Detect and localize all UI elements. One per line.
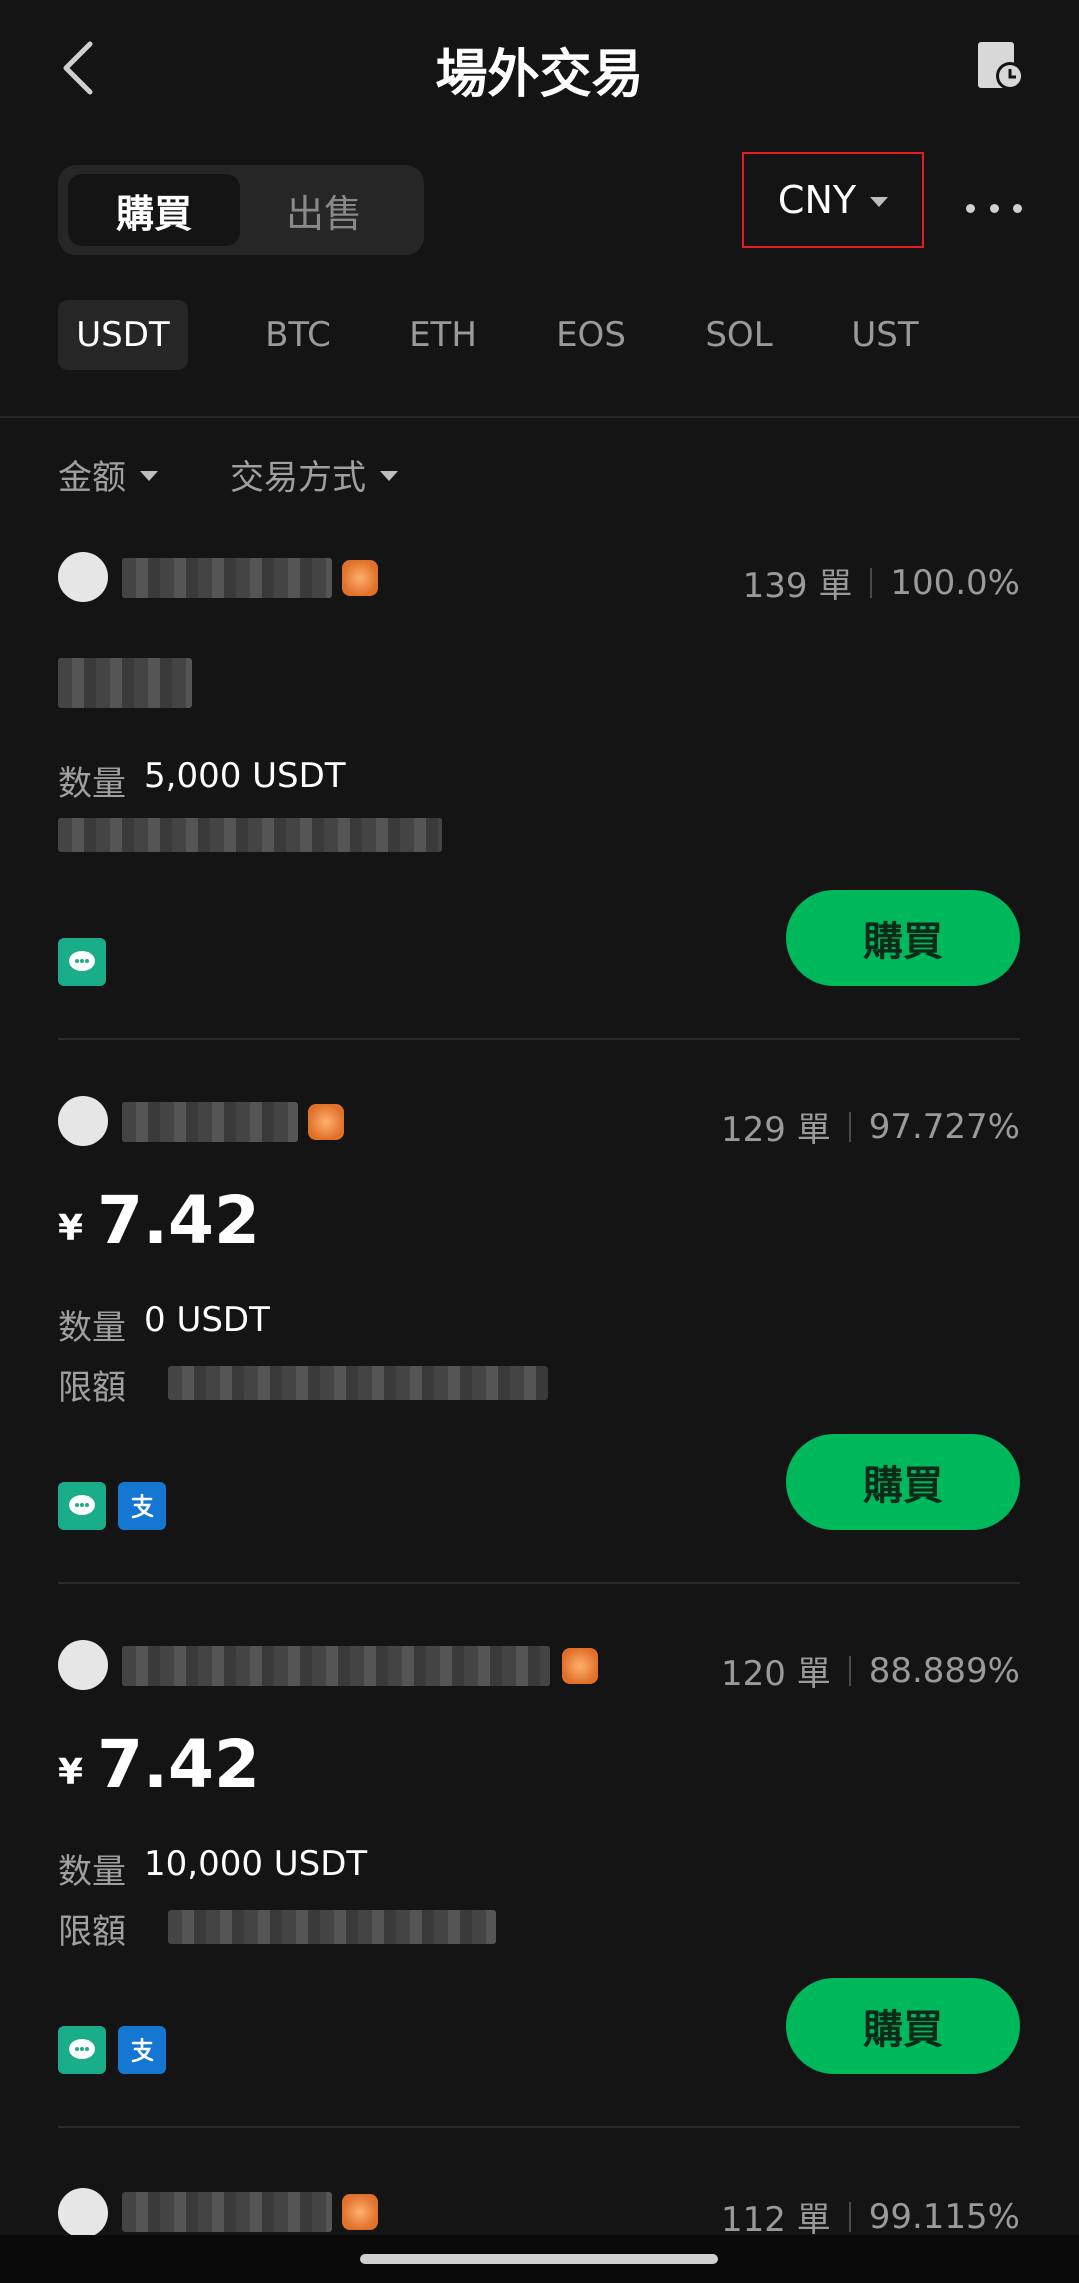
order-count: 120 單 [721, 1654, 831, 1694]
merchant-badge-icon [308, 1104, 344, 1140]
limit-redacted [58, 818, 442, 852]
completion-rate: 88.889% [868, 1650, 1020, 1691]
merchant-stats: 139 單 100.0% [743, 558, 1020, 607]
price-value: 7.42 [97, 1182, 260, 1259]
merchant-stats: 112 單 99.115% [721, 2192, 1020, 2241]
payment-filter[interactable]: 交易方式 [230, 448, 398, 500]
avatar[interactable] [58, 1096, 108, 1146]
wechat-pay-icon [58, 2026, 106, 2074]
limit-row: 限額 [58, 1904, 126, 1953]
caret-down-icon [870, 197, 889, 207]
order-history-button[interactable] [976, 40, 1026, 92]
ad-card: 139 單 100.0% 数量 5,000 USDT 購買 [58, 546, 1020, 1040]
price-symbol: ¥ [58, 1752, 84, 1793]
tab-buy[interactable]: 購買 [68, 174, 240, 246]
quantity-row: 数量 10,000 USDT [58, 1844, 367, 1893]
coin-tab-eos[interactable]: EOS [536, 300, 646, 370]
avatar[interactable] [58, 552, 108, 602]
price-value: 7.42 [97, 1726, 260, 1803]
quantity-value: 0 USDT [144, 1300, 270, 1340]
currency-label: CNY [777, 178, 857, 222]
more-button[interactable] [966, 188, 1022, 228]
payment-filter-label: 交易方式 [230, 457, 366, 498]
ad-card: 120 單 88.889% ¥ 7.42 数量 10,000 USDT 限額 購… [58, 1634, 1020, 2128]
avatar[interactable] [58, 2188, 108, 2238]
order-count: 129 單 [721, 1110, 831, 1150]
page-title: 場外交易 [435, 45, 644, 105]
quantity-value: 5,000 USDT [144, 756, 346, 796]
buy-sell-toggle: 購買 出售 [58, 165, 424, 255]
quantity-label: 数量 [58, 1308, 126, 1348]
merchant-badge-icon [342, 2194, 378, 2230]
caret-down-icon [380, 471, 398, 481]
header: 場外交易 [0, 0, 1079, 140]
more-dots-icon [966, 203, 975, 213]
wechat-pay-icon [58, 938, 106, 986]
tab-sell[interactable]: 出售 [238, 174, 410, 246]
quantity-label: 数量 [58, 1852, 126, 1892]
alipay-icon [118, 1482, 166, 1530]
quantity-row: 数量 0 USDT [58, 1300, 270, 1349]
caret-down-icon [140, 471, 158, 481]
price: ¥ 7.42 [58, 1726, 260, 1803]
coin-tab-usdt[interactable]: USDT [58, 300, 188, 370]
merchant-badge-icon [562, 1648, 598, 1684]
filter-bar: 金额 交易方式 [58, 448, 398, 500]
amount-filter-label: 金额 [58, 457, 126, 498]
price-redacted [58, 658, 192, 708]
home-indicator[interactable] [360, 2254, 718, 2264]
limit-redacted [168, 1910, 496, 1944]
avatar[interactable] [58, 1640, 108, 1690]
order-history-icon [978, 42, 1024, 90]
merchant-stats: 120 單 88.889% [721, 1646, 1020, 1695]
limit-label: 限額 [58, 1368, 126, 1408]
merchant-name-redacted [122, 2192, 332, 2232]
coin-tab-btc[interactable]: BTC [248, 300, 348, 370]
quantity-row: 数量 5,000 USDT [58, 756, 346, 805]
buy-button[interactable]: 購買 [786, 1434, 1020, 1530]
order-count: 112 單 [721, 2200, 831, 2240]
ad-card: 112 單 99.115% [58, 2178, 1020, 2241]
completion-rate: 97.727% [868, 1106, 1020, 1147]
coin-tab-eth[interactable]: ETH [388, 300, 498, 370]
price-symbol: ¥ [58, 1208, 84, 1249]
merchant-name-redacted [122, 1102, 298, 1142]
merchant-name-redacted [122, 1646, 550, 1686]
limit-redacted [168, 1366, 548, 1400]
merchant-name-redacted [122, 558, 332, 598]
coin-tab-ust[interactable]: UST [830, 300, 940, 370]
alipay-icon [118, 2026, 166, 2074]
completion-rate: 99.115% [868, 2196, 1020, 2237]
merchant-stats: 129 單 97.727% [721, 1102, 1020, 1151]
merchant-badge-icon [342, 560, 378, 596]
limit-row: 限額 [58, 1360, 126, 1409]
coin-tab-sol[interactable]: SOL [684, 300, 794, 370]
completion-rate: 100.0% [890, 562, 1020, 603]
coin-tabs: USDT BTC ETH EOS SOL UST [58, 300, 1048, 370]
amount-filter[interactable]: 金额 [58, 448, 158, 500]
price: ¥ 7.42 [58, 1182, 260, 1259]
buy-button[interactable]: 購買 [786, 1978, 1020, 2074]
buy-button[interactable]: 購買 [786, 890, 1020, 986]
wechat-pay-icon [58, 1482, 106, 1530]
quantity-value: 10,000 USDT [144, 1844, 368, 1884]
order-count: 139 單 [742, 566, 853, 606]
currency-selector[interactable]: CNY [742, 152, 924, 248]
ad-card: 129 單 97.727% ¥ 7.42 数量 0 USDT 限額 購買 [58, 1090, 1020, 1584]
quantity-label: 数量 [58, 764, 126, 804]
limit-label: 限額 [58, 1912, 126, 1952]
section-divider [0, 416, 1079, 418]
